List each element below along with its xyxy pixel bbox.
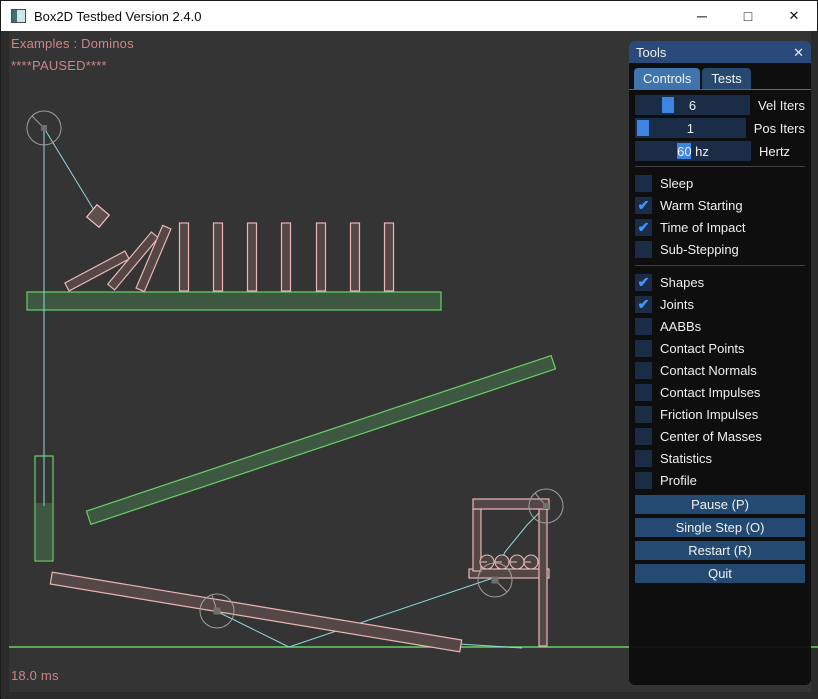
- tools-panel-titlebar[interactable]: Tools ✕: [629, 41, 811, 63]
- tab-controls[interactable]: Controls: [634, 68, 700, 89]
- separator: [635, 265, 805, 266]
- maximize-icon[interactable]: □: [725, 1, 771, 31]
- checkbox-label: Contact Impulses: [660, 385, 760, 400]
- metal-balls[interactable]: [480, 555, 538, 569]
- checkbox[interactable]: ✔: [635, 274, 652, 291]
- check-icon: ✔: [638, 296, 650, 313]
- checkbox-label: Joints: [660, 297, 694, 312]
- checkbox[interactable]: ✔: [635, 340, 652, 357]
- vel-iters-slider[interactable]: 6: [635, 95, 750, 115]
- checkbox-row-sleep[interactable]: ✔ Sleep: [635, 172, 805, 194]
- hertz-label: Hertz: [759, 144, 790, 159]
- window-title: Box2D Testbed Version 2.4.0: [34, 9, 201, 24]
- close-icon[interactable]: ✕: [771, 1, 817, 31]
- checkbox-row-contact-impulses[interactable]: ✔ Contact Impulses: [635, 381, 805, 403]
- checkbox[interactable]: ✔: [635, 197, 652, 214]
- check-icon: ✔: [638, 197, 650, 214]
- checkbox-row-aabbs[interactable]: ✔ AABBs: [635, 315, 805, 337]
- paused-status: ****PAUSED****: [11, 58, 107, 73]
- checkbox-label: Shapes: [660, 275, 704, 290]
- checkbox[interactable]: ✔: [635, 406, 652, 423]
- checkbox-row-sub-stepping[interactable]: ✔ Sub-Stepping: [635, 238, 805, 260]
- checkbox-label: Warm Starting: [660, 198, 743, 213]
- tab-bar: Controls Tests: [629, 63, 811, 90]
- check-icon: ✔: [638, 274, 650, 291]
- checkbox-row-statistics[interactable]: ✔ Statistics: [635, 447, 805, 469]
- checkbox-row-joints[interactable]: ✔ Joints: [635, 293, 805, 315]
- checkbox-label: Center of Masses: [660, 429, 762, 444]
- pos-iters-value: 1: [635, 118, 746, 138]
- vel-iters-row: 6 Vel Iters: [635, 95, 805, 115]
- checkbox[interactable]: ✔: [635, 318, 652, 335]
- os-titlebar: Box2D Testbed Version 2.4.0 ─ □ ✕: [1, 1, 817, 31]
- single-step-button[interactable]: Single Step (O): [635, 518, 805, 537]
- example-title: Examples : Dominos: [11, 36, 134, 51]
- hertz-row: 60 hz Hertz: [635, 141, 805, 161]
- check-icon: ✔: [638, 219, 650, 236]
- checkbox[interactable]: ✔: [635, 450, 652, 467]
- checkbox-row-contact-points[interactable]: ✔ Contact Points: [635, 337, 805, 359]
- pos-iters-label: Pos Iters: [754, 121, 805, 136]
- pos-iters-slider[interactable]: 1: [635, 118, 746, 138]
- checkbox-row-time-of-impact[interactable]: ✔ Time of Impact: [635, 216, 805, 238]
- falling-dominoes[interactable]: [65, 225, 171, 291]
- upright-dominoes[interactable]: [180, 223, 394, 291]
- checkbox-label: Contact Points: [660, 341, 745, 356]
- checkbox-label: Sleep: [660, 176, 693, 191]
- domino-platform: [27, 292, 441, 310]
- checkbox-row-warm-starting[interactable]: ✔ Warm Starting: [635, 194, 805, 216]
- checkbox[interactable]: ✔: [635, 428, 652, 445]
- minimize-icon[interactable]: ─: [679, 1, 725, 31]
- tools-panel-title: Tools: [636, 45, 793, 60]
- checkbox-label: Sub-Stepping: [660, 242, 739, 257]
- checkbox-row-center-of-masses[interactable]: ✔ Center of Masses: [635, 425, 805, 447]
- separator: [635, 166, 805, 167]
- checkbox-row-shapes[interactable]: ✔ Shapes: [635, 271, 805, 293]
- frame-time: 18.0 ms: [11, 668, 59, 683]
- checkbox-label: Profile: [660, 473, 697, 488]
- vel-iters-value: 6: [635, 95, 750, 115]
- seesaw-plank[interactable]: [50, 572, 461, 652]
- checkbox[interactable]: ✔: [635, 219, 652, 236]
- checkbox-label: Time of Impact: [660, 220, 745, 235]
- checkbox[interactable]: ✔: [635, 384, 652, 401]
- checkbox[interactable]: ✔: [635, 175, 652, 192]
- swinging-box[interactable]: [87, 205, 110, 228]
- stand-frame[interactable]: [469, 499, 549, 646]
- vel-iters-label: Vel Iters: [758, 98, 805, 113]
- tools-panel: Tools ✕ Controls Tests 6 Vel Iters 1 P: [629, 41, 811, 685]
- checkbox[interactable]: ✔: [635, 296, 652, 313]
- pause-button[interactable]: Pause (P): [635, 495, 805, 514]
- checkbox[interactable]: ✔: [635, 241, 652, 258]
- checkbox-row-profile[interactable]: ✔ Profile: [635, 469, 805, 491]
- hertz-slider[interactable]: 60 hz: [635, 141, 751, 161]
- app-window: Box2D Testbed Version 2.4.0 ─ □ ✕: [0, 0, 818, 698]
- pos-iters-row: 1 Pos Iters: [635, 118, 805, 138]
- tab-tests[interactable]: Tests: [702, 68, 750, 89]
- checkbox-label: AABBs: [660, 319, 701, 334]
- checkbox[interactable]: ✔: [635, 472, 652, 489]
- checkbox-label: Contact Normals: [660, 363, 757, 378]
- checkbox[interactable]: ✔: [635, 362, 652, 379]
- checkbox-row-friction-impulses[interactable]: ✔ Friction Impulses: [635, 403, 805, 425]
- checkbox-label: Friction Impulses: [660, 407, 758, 422]
- panel-close-icon[interactable]: ✕: [793, 46, 804, 59]
- quit-button[interactable]: Quit: [635, 564, 805, 583]
- checkbox-row-contact-normals[interactable]: ✔ Contact Normals: [635, 359, 805, 381]
- hertz-value: 60 hz: [635, 141, 751, 161]
- app-icon: [11, 9, 26, 23]
- checkbox-label: Statistics: [660, 451, 712, 466]
- restart-button[interactable]: Restart (R): [635, 541, 805, 560]
- stand-lower-circle[interactable]: [478, 563, 512, 597]
